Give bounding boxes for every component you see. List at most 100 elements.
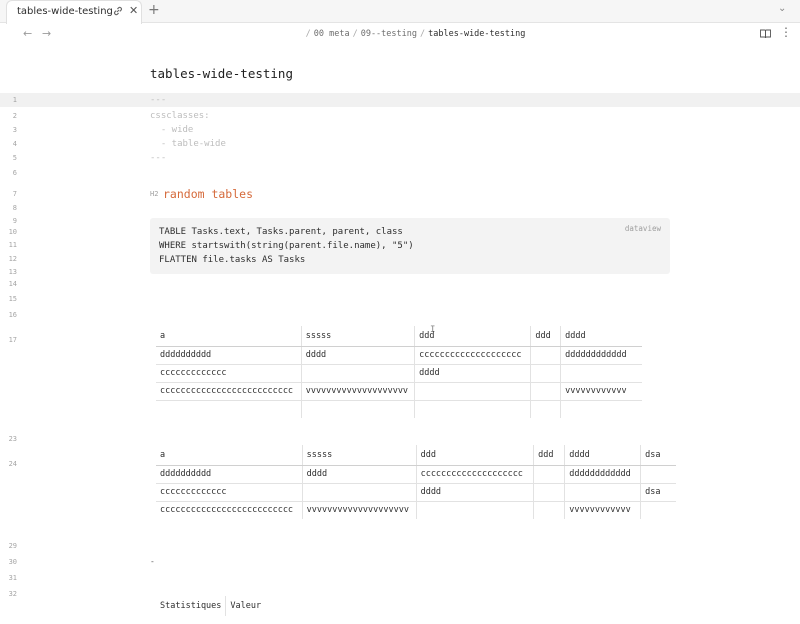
table-header-cell[interactable]: a bbox=[156, 445, 303, 466]
close-icon[interactable]: ✕ bbox=[129, 4, 138, 18]
line-number: 14 bbox=[8, 280, 17, 288]
table-cell[interactable] bbox=[156, 400, 302, 418]
table-header-cell[interactable]: dddd bbox=[564, 445, 642, 466]
line-number: 9 bbox=[12, 217, 17, 225]
link-icon[interactable] bbox=[112, 5, 124, 17]
table-row: ccccccccccccc dddd dsa bbox=[156, 483, 676, 502]
active-line-highlight bbox=[0, 93, 800, 107]
table-header-cell[interactable]: Statistiques bbox=[156, 596, 227, 616]
frontmatter-close[interactable]: --- bbox=[150, 153, 166, 163]
tab-bar: tables-wide-testing ✕ + ⌄ bbox=[0, 0, 800, 24]
table-cell[interactable] bbox=[533, 465, 566, 484]
tab-active[interactable]: tables-wide-testing ✕ bbox=[6, 0, 142, 24]
line-number: 23 bbox=[8, 435, 17, 443]
frontmatter-open[interactable]: --- bbox=[150, 95, 166, 105]
table-cell[interactable]: cccccccccccccccccccc bbox=[414, 346, 532, 365]
line-number: 13 bbox=[8, 268, 17, 276]
table-cell[interactable]: dddd bbox=[416, 483, 535, 502]
table-cell[interactable] bbox=[533, 501, 566, 519]
table-cell[interactable] bbox=[530, 400, 562, 418]
table-cell[interactable] bbox=[301, 400, 416, 418]
table-cell[interactable] bbox=[301, 364, 416, 383]
horizontal-rule-marker[interactable]: - bbox=[150, 557, 155, 566]
table-cell[interactable] bbox=[564, 483, 642, 502]
breadcrumb-folder-testing[interactable]: 09--testing bbox=[361, 29, 417, 39]
frontmatter-item[interactable]: - table-wide bbox=[150, 139, 226, 149]
table-cell[interactable]: ccccccccccccc bbox=[156, 483, 303, 502]
more-options-icon[interactable]: ⋮ bbox=[780, 25, 792, 39]
line-number: 31 bbox=[8, 574, 17, 582]
code-line[interactable]: FLATTEN file.tasks AS Tasks bbox=[159, 255, 305, 265]
table-header-cell[interactable]: ddd bbox=[533, 445, 566, 466]
table-cell[interactable] bbox=[414, 382, 532, 401]
table-cell[interactable]: cccccccccccccccccccccccccc bbox=[156, 501, 303, 519]
table-cell[interactable]: dddd bbox=[414, 364, 532, 383]
dataview-code-block[interactable]: dataview TABLE Tasks.text, Tasks.parent,… bbox=[150, 218, 670, 274]
table-cell[interactable]: cccccccccccccccccccccccccc bbox=[156, 382, 302, 401]
table-header-cell[interactable]: dsa bbox=[640, 445, 676, 466]
line-number: 7 bbox=[12, 190, 17, 198]
table-header-cell[interactable]: sssss bbox=[302, 445, 417, 466]
table-cell[interactable] bbox=[530, 382, 562, 401]
table-cell[interactable] bbox=[530, 346, 562, 365]
chevron-down-icon[interactable]: ⌄ bbox=[778, 3, 786, 14]
table-header-cell[interactable]: ddd bbox=[416, 445, 535, 466]
table-cell[interactable]: dddddddddddd bbox=[564, 465, 642, 484]
line-number: 4 bbox=[12, 140, 17, 148]
table-header-cell[interactable]: Valeur bbox=[226, 596, 265, 616]
line-number: 1 bbox=[12, 96, 17, 104]
heading-random-tables[interactable]: random tables bbox=[163, 187, 253, 201]
line-number: 15 bbox=[8, 295, 17, 303]
table-cell[interactable] bbox=[530, 364, 562, 383]
table-cell[interactable]: dddddddddd bbox=[156, 346, 302, 365]
code-language-label: dataview bbox=[624, 224, 661, 233]
table-cell[interactable]: vvvvvvvvvvvvvvvvvvvv bbox=[302, 501, 417, 519]
table-header-cell[interactable]: a bbox=[156, 326, 302, 347]
frontmatter-key[interactable]: cssclasses: bbox=[150, 111, 210, 121]
book-open-icon[interactable] bbox=[760, 29, 771, 39]
table-cell[interactable]: vvvvvvvvvvvvvvvvvvvv bbox=[301, 382, 416, 401]
table-cell[interactable]: vvvvvvvvvvvv bbox=[560, 382, 642, 401]
line-number: 8 bbox=[12, 204, 17, 212]
table-cell[interactable] bbox=[302, 483, 417, 502]
line-number: 32 bbox=[8, 590, 17, 598]
table-cell[interactable]: dddd bbox=[302, 465, 417, 484]
table-cell[interactable] bbox=[641, 501, 676, 519]
table-header-cell[interactable]: dddd bbox=[560, 326, 642, 347]
table-cell[interactable]: ccccccccccccc bbox=[156, 364, 302, 383]
markdown-table-1: a sssss ddd ddd dddd dddddddddd dddd ccc… bbox=[156, 326, 642, 418]
table-cell[interactable]: dddddddddd bbox=[156, 465, 303, 484]
table-header-cell[interactable]: ddd bbox=[530, 326, 562, 347]
line-number: 24 bbox=[8, 460, 17, 468]
heading-level-marker: H2 bbox=[150, 190, 159, 198]
code-line[interactable]: WHERE startswith(string(parent.file.name… bbox=[159, 241, 414, 251]
frontmatter-item[interactable]: - wide bbox=[150, 125, 194, 135]
table-header-cell[interactable]: ddd bbox=[414, 326, 532, 347]
table-cell[interactable]: vvvvvvvvvvvv bbox=[564, 501, 642, 519]
code-line[interactable]: TABLE Tasks.text, Tasks.parent, parent, … bbox=[159, 227, 403, 237]
line-number: 5 bbox=[12, 154, 17, 162]
table-cell[interactable]: dsa bbox=[640, 483, 676, 502]
note-title[interactable]: tables-wide-testing bbox=[150, 66, 293, 81]
view-header: ← → /00 meta/09--testing / tables-wide-tes… bbox=[0, 24, 800, 46]
table-cell[interactable] bbox=[416, 501, 535, 519]
table-header-cell[interactable]: sssss bbox=[301, 326, 416, 347]
line-number: 17 bbox=[8, 336, 17, 344]
statistics-table: Statistiques Valeur bbox=[156, 596, 356, 624]
table-cell[interactable] bbox=[561, 400, 642, 418]
table-cell[interactable]: cccccccccccccccccccc bbox=[416, 465, 535, 484]
table-cell[interactable] bbox=[640, 465, 676, 484]
table-cell[interactable]: dddddddddddd bbox=[560, 346, 642, 365]
table-cell[interactable] bbox=[560, 364, 642, 383]
new-tab-icon[interactable]: + bbox=[148, 2, 160, 18]
table-cell[interactable] bbox=[414, 400, 532, 418]
table-cell[interactable]: dddd bbox=[301, 346, 416, 365]
breadcrumb: /00 meta/09--testing / tables-wide-testing bbox=[0, 29, 800, 39]
table-header-row: Statistiques Valeur bbox=[156, 596, 265, 616]
line-number: 16 bbox=[8, 311, 17, 319]
table-row bbox=[156, 400, 642, 418]
table-cell[interactable] bbox=[533, 483, 566, 502]
breadcrumb-folder-meta[interactable]: 00 meta bbox=[314, 29, 350, 39]
breadcrumb-current[interactable]: tables-wide-testing bbox=[428, 29, 525, 39]
line-number: 3 bbox=[12, 126, 17, 134]
